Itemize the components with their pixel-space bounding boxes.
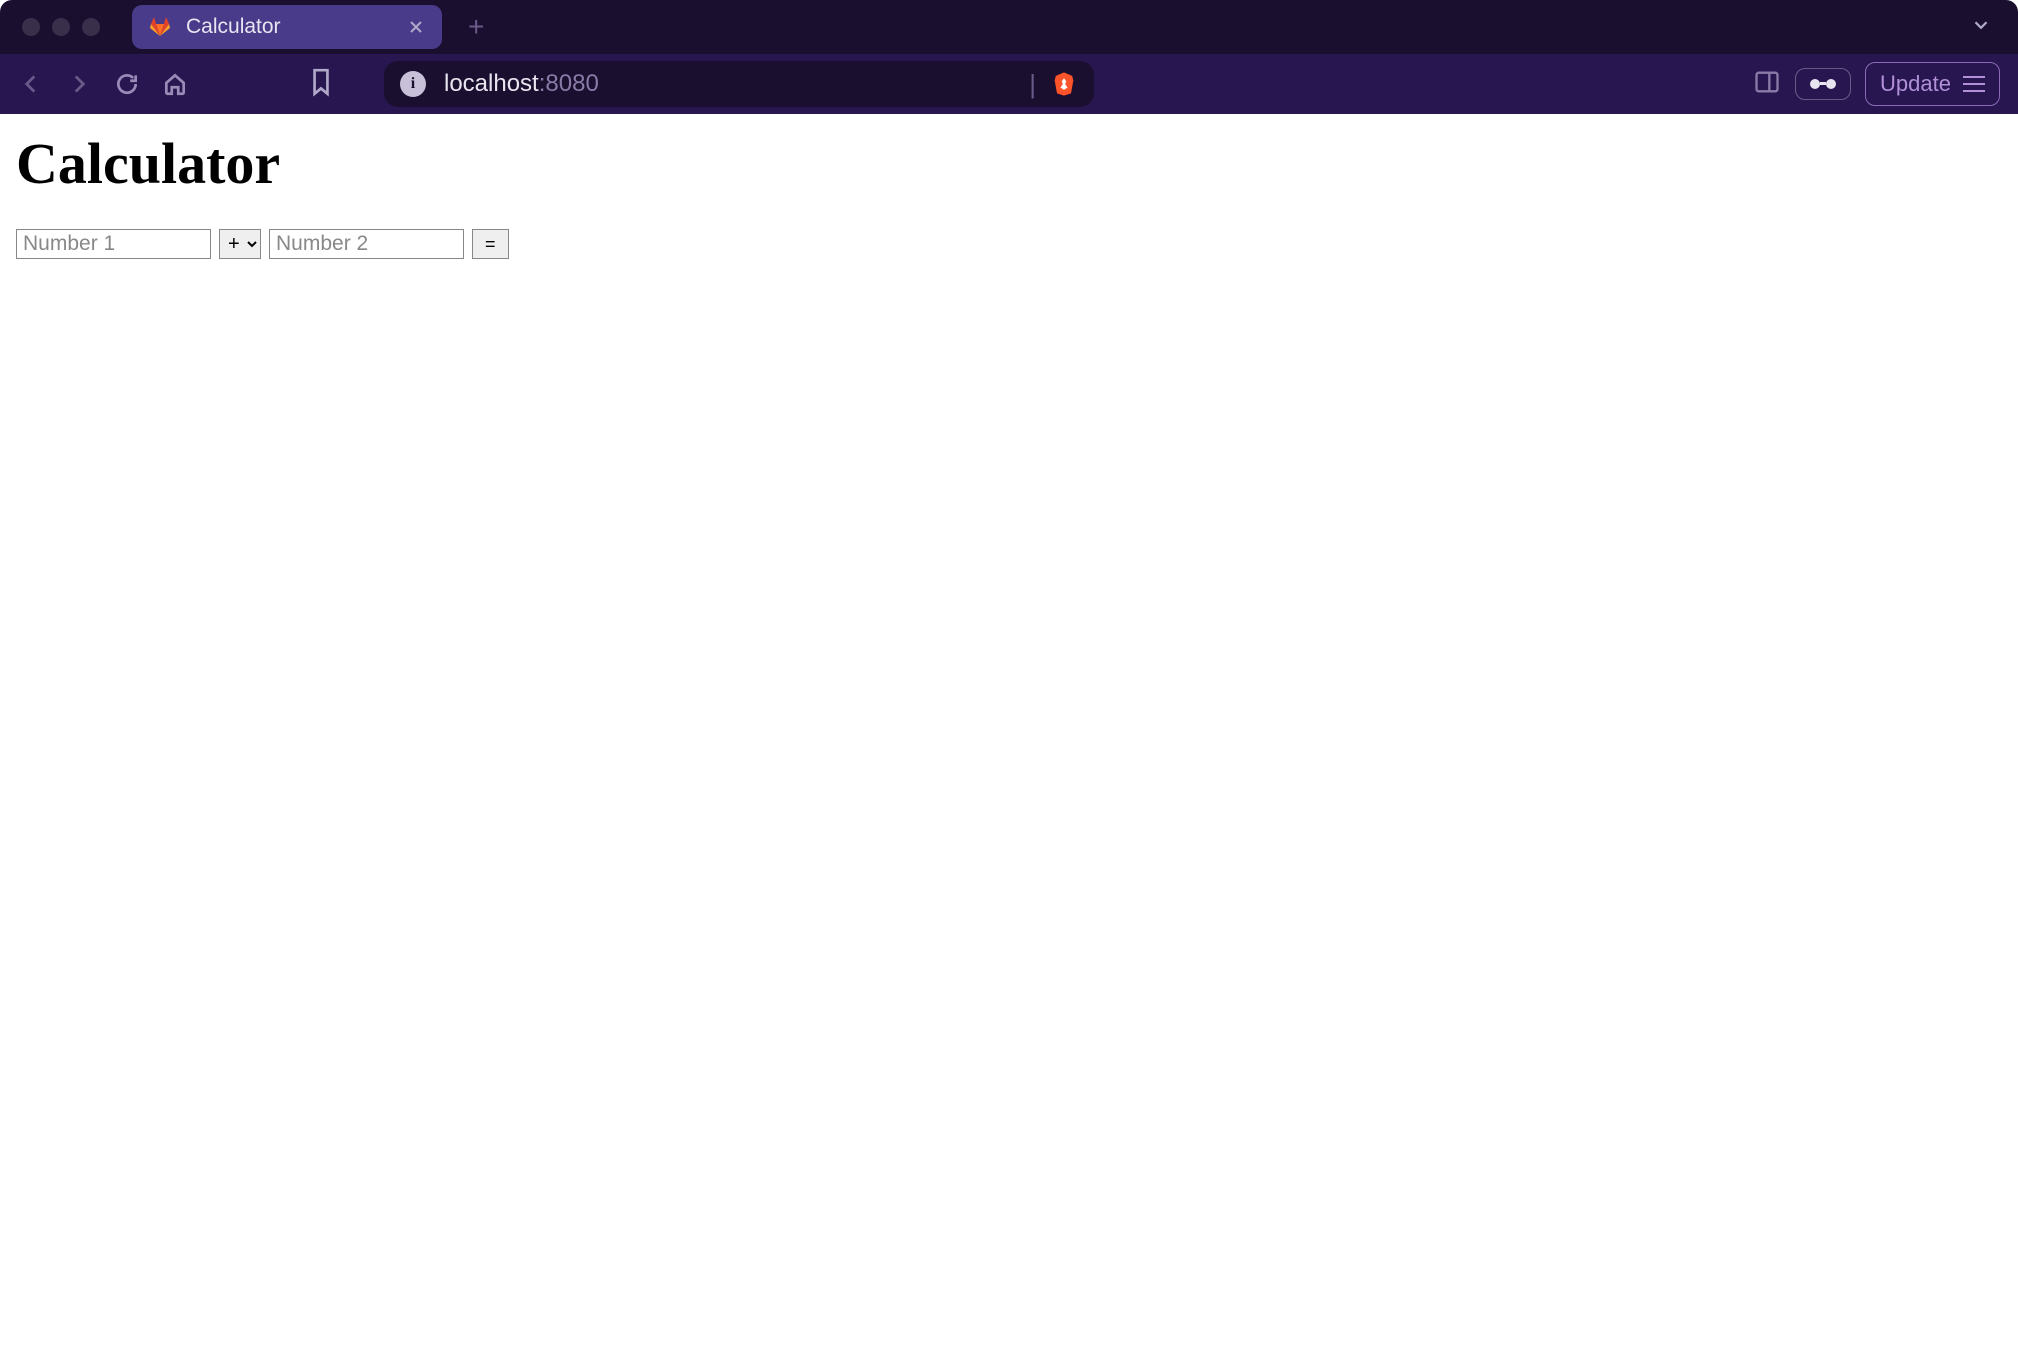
equals-button[interactable]: = (472, 229, 509, 259)
browser-tab[interactable]: Calculator (132, 5, 442, 49)
sidebar-toggle-button[interactable] (1753, 68, 1781, 101)
browser-chrome: Calculator + (0, 0, 2018, 114)
titlebar: Calculator + (0, 0, 2018, 54)
update-button[interactable]: Update (1865, 62, 2000, 106)
tabs-dropdown-button[interactable] (1956, 14, 2006, 41)
url-port: :8080 (539, 70, 599, 97)
url-host: localhost (444, 70, 539, 97)
address-separator: | (1029, 69, 1036, 100)
forward-button[interactable] (66, 71, 92, 97)
url-display: localhost:8080 (444, 70, 599, 98)
bookmark-button[interactable] (308, 67, 334, 102)
calculator-form: + = (16, 229, 2002, 259)
reload-button[interactable] (114, 71, 140, 97)
new-tab-button[interactable]: + (468, 11, 484, 43)
nav-controls (18, 71, 188, 97)
tab-close-button[interactable] (406, 17, 426, 37)
operator-select[interactable]: + (219, 229, 261, 259)
tab-title: Calculator (186, 15, 392, 39)
window-controls (12, 18, 110, 36)
home-button[interactable] (162, 71, 188, 97)
toolbar-right: Update (1753, 62, 2000, 106)
window-minimize-button[interactable] (52, 18, 70, 36)
page-content: Calculator + = (0, 114, 2018, 275)
site-info-icon[interactable]: i (400, 71, 426, 97)
number-2-input[interactable] (269, 229, 464, 259)
update-label: Update (1880, 71, 1951, 97)
window-close-button[interactable] (22, 18, 40, 36)
back-button[interactable] (18, 71, 44, 97)
browser-toolbar: i localhost:8080 | (0, 54, 2018, 114)
brave-shield-icon[interactable] (1050, 70, 1078, 98)
page-title: Calculator (16, 130, 2002, 197)
window-maximize-button[interactable] (82, 18, 100, 36)
gitlab-icon (148, 15, 172, 39)
number-1-input[interactable] (16, 229, 211, 259)
menu-icon (1963, 76, 1985, 92)
address-bar-right: | (1029, 69, 1078, 100)
reader-mode-button[interactable] (1795, 68, 1851, 100)
address-bar[interactable]: i localhost:8080 | (384, 61, 1094, 107)
